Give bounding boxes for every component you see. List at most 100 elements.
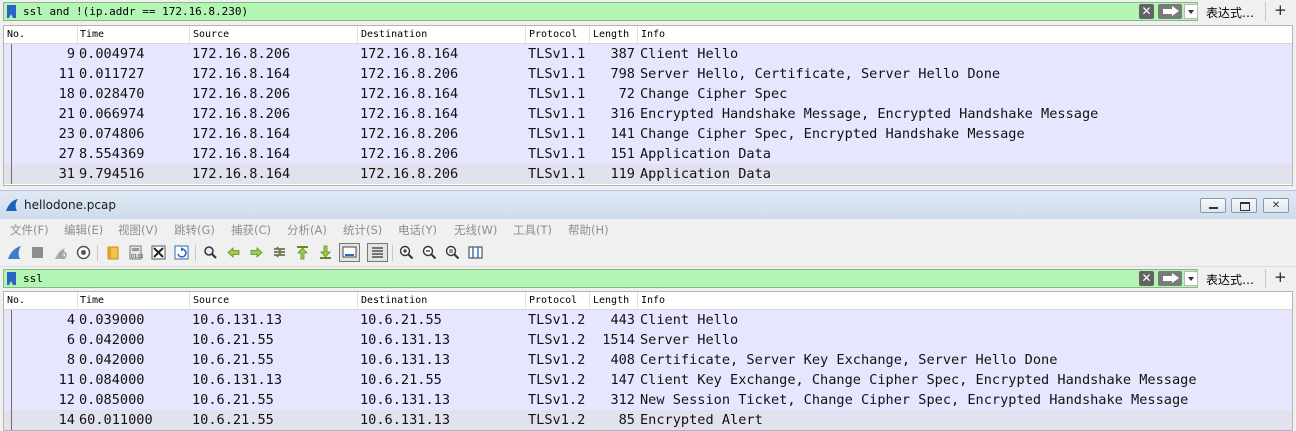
- resize-columns-icon[interactable]: [468, 245, 483, 260]
- column-header-source[interactable]: Source: [193, 295, 229, 306]
- packet-row[interactable]: 27 8.554369 172.16.8.164 172.16.8.206 TL…: [4, 144, 1292, 164]
- menu-help[interactable]: 帮助(H): [568, 222, 609, 238]
- stop-capture-icon[interactable]: [30, 245, 45, 260]
- cell-info: New Session Ticket, Change Cipher Spec, …: [640, 392, 1189, 408]
- zoom-out-icon[interactable]: [422, 245, 437, 260]
- packet-row[interactable]: 6 0.042000 10.6.21.55 10.6.131.13 TLSv1.…: [4, 330, 1292, 350]
- capture-options-icon[interactable]: [76, 245, 91, 260]
- cell-source: 10.6.131.13: [192, 312, 283, 328]
- cell-time: 0.039000: [79, 312, 145, 328]
- filter-bookmark-icon[interactable]: [7, 272, 16, 285]
- cell-length: 85: [618, 412, 635, 428]
- minimize-button[interactable]: [1200, 198, 1226, 213]
- menu-view[interactable]: 视图(V): [118, 222, 158, 238]
- column-header-time[interactable]: Time: [80, 29, 104, 40]
- menu-file[interactable]: 文件(F): [10, 222, 49, 238]
- menu-telephony[interactable]: 电话(Y): [398, 222, 437, 238]
- packet-row[interactable]: 12 0.085000 10.6.21.55 10.6.131.13 TLSv1…: [4, 390, 1292, 410]
- bottom-packet-list[interactable]: No. Time Source Destination Protocol Len…: [3, 291, 1293, 431]
- top-packet-list[interactable]: No. Time Source Destination Protocol Len…: [3, 25, 1293, 186]
- packet-row[interactable]: 23 0.074806 172.16.8.164 172.16.8.206 TL…: [4, 124, 1292, 144]
- cell-protocol: TLSv1.1: [528, 66, 586, 82]
- packet-row[interactable]: 9 0.004974 172.16.8.206 172.16.8.164 TLS…: [4, 44, 1292, 64]
- column-header-no[interactable]: No.: [7, 295, 25, 306]
- column-header-source[interactable]: Source: [193, 29, 229, 40]
- column-header-length[interactable]: Length: [593, 295, 629, 306]
- column-header-no[interactable]: No.: [7, 29, 25, 40]
- menu-tools[interactable]: 工具(T): [513, 222, 552, 238]
- column-header-info[interactable]: Info: [641, 29, 665, 40]
- clear-filter-icon[interactable]: ✕: [1139, 4, 1154, 19]
- reload-file-icon[interactable]: [174, 245, 189, 260]
- go-forward-icon[interactable]: [249, 245, 264, 260]
- column-header-length[interactable]: Length: [593, 29, 629, 40]
- close-window-button[interactable]: ✕: [1263, 198, 1289, 213]
- go-to-packet-icon[interactable]: [272, 245, 287, 260]
- auto-scroll-icon[interactable]: [339, 243, 360, 262]
- colorize-icon[interactable]: [367, 243, 388, 262]
- top-display-filter-input[interactable]: ssl and !(ip.addr == 172.16.8.230) ✕: [3, 2, 1198, 21]
- go-first-icon[interactable]: [295, 245, 310, 260]
- cell-no: 11: [58, 66, 75, 82]
- cell-no: 11: [58, 372, 75, 388]
- zoom-in-icon[interactable]: [399, 245, 414, 260]
- column-header-info[interactable]: Info: [641, 295, 665, 306]
- cell-length: 147: [610, 372, 635, 388]
- cell-no: 9: [66, 46, 75, 62]
- clear-filter-icon[interactable]: ✕: [1139, 271, 1154, 286]
- cell-no: 6: [66, 332, 75, 348]
- menu-analyze[interactable]: 分析(A): [287, 222, 327, 238]
- shark-fin-start-icon[interactable]: [7, 245, 22, 260]
- filter-bookmark-icon[interactable]: [7, 5, 16, 18]
- column-header-protocol[interactable]: Protocol: [529, 295, 577, 306]
- cell-protocol: TLSv1.2: [528, 392, 586, 408]
- column-header-time[interactable]: Time: [80, 295, 104, 306]
- restart-capture-icon[interactable]: [53, 245, 68, 260]
- cell-source: 172.16.8.206: [192, 106, 291, 122]
- packet-row[interactable]: 21 0.066974 172.16.8.206 172.16.8.164 TL…: [4, 104, 1292, 124]
- add-filter-button[interactable]: +: [1274, 1, 1287, 19]
- packet-row[interactable]: 18 0.028470 172.16.8.206 172.16.8.164 TL…: [4, 84, 1292, 104]
- apply-filter-arrow-icon[interactable]: [1158, 4, 1182, 19]
- go-back-icon[interactable]: [226, 245, 241, 260]
- packet-row[interactable]: 14 60.011000 10.6.21.55 10.6.131.13 TLSv…: [4, 410, 1292, 430]
- menu-statistics[interactable]: 统计(S): [343, 222, 382, 238]
- expression-button[interactable]: 表达式…: [1206, 271, 1254, 288]
- normal-size-icon[interactable]: [445, 245, 460, 260]
- menu-edit[interactable]: 编辑(E): [64, 222, 103, 238]
- cell-time: 0.066974: [79, 106, 145, 122]
- packet-row[interactable]: 4 0.039000 10.6.131.13 10.6.21.55 TLSv1.…: [4, 310, 1292, 330]
- column-header-protocol[interactable]: Protocol: [529, 29, 577, 40]
- packet-row[interactable]: 11 0.011727 172.16.8.164 172.16.8.206 TL…: [4, 64, 1292, 84]
- maximize-button[interactable]: [1231, 198, 1257, 213]
- packet-row[interactable]: 11 0.084000 10.6.131.13 10.6.21.55 TLSv1…: [4, 370, 1292, 390]
- filter-history-dropdown-icon[interactable]: [1184, 4, 1198, 19]
- open-file-icon[interactable]: [105, 245, 120, 260]
- filter-separator: [1265, 2, 1266, 21]
- cell-no: 23: [58, 126, 75, 142]
- cell-destination: 10.6.21.55: [360, 372, 442, 388]
- close-file-icon[interactable]: [151, 245, 166, 260]
- cell-source: 172.16.8.164: [192, 166, 291, 182]
- cell-source: 172.16.8.164: [192, 66, 291, 82]
- packet-row[interactable]: 31 9.794516 172.16.8.164 172.16.8.206 TL…: [4, 164, 1292, 184]
- cell-time: 0.042000: [79, 332, 145, 348]
- find-packet-icon[interactable]: [203, 245, 218, 260]
- menu-wireless[interactable]: 无线(W): [454, 222, 497, 238]
- packet-row[interactable]: 8 0.042000 10.6.21.55 10.6.131.13 TLSv1.…: [4, 350, 1292, 370]
- menu-capture[interactable]: 捕获(C): [231, 222, 271, 238]
- filter-history-dropdown-icon[interactable]: [1184, 271, 1198, 286]
- save-file-icon[interactable]: 0101: [128, 245, 143, 260]
- column-header-destination[interactable]: Destination: [361, 295, 427, 306]
- bottom-display-filter-input[interactable]: ssl ✕: [3, 269, 1198, 288]
- packet-list-header: No. Time Source Destination Protocol Len…: [4, 292, 1292, 310]
- cell-protocol: TLSv1.2: [528, 352, 586, 368]
- go-last-icon[interactable]: [318, 245, 333, 260]
- column-header-destination[interactable]: Destination: [361, 29, 427, 40]
- apply-filter-arrow-icon[interactable]: [1158, 271, 1182, 286]
- cell-length: 1514: [602, 332, 635, 348]
- expression-button[interactable]: 表达式…: [1206, 4, 1254, 21]
- add-filter-button[interactable]: +: [1274, 268, 1287, 286]
- menu-go[interactable]: 跳转(G): [174, 222, 215, 238]
- cell-source: 10.6.21.55: [192, 392, 274, 408]
